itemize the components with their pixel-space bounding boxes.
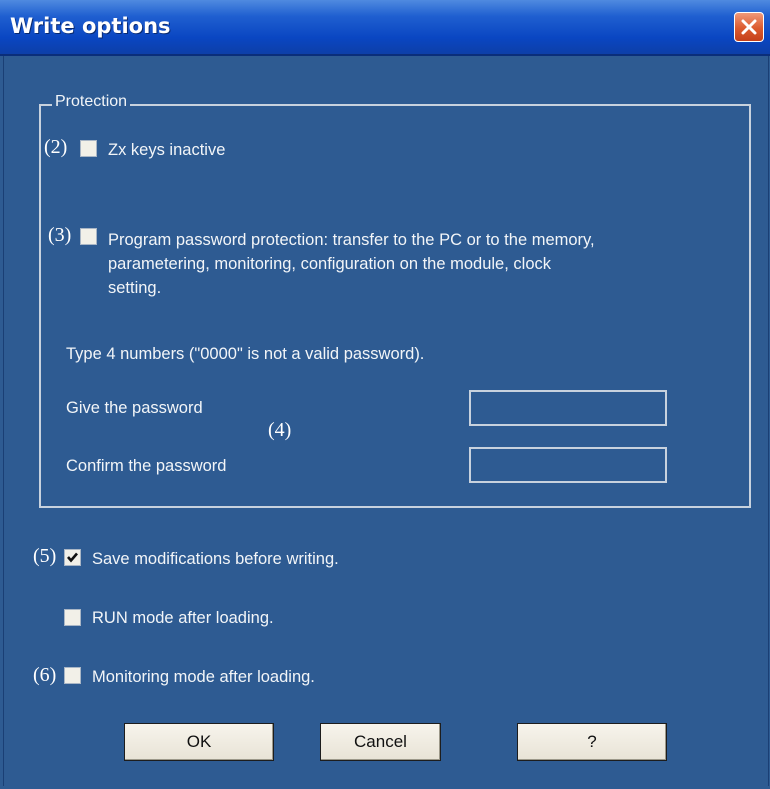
window-title: Write options — [10, 14, 171, 38]
protection-legend: Protection — [52, 93, 131, 111]
monitoring-mode-label: Monitoring mode after loading. — [92, 668, 315, 686]
password-protection-label-line2: parametering, monitoring, configuration … — [108, 255, 551, 273]
run-mode-label: RUN mode after loading. — [92, 609, 274, 627]
password-hint: Type 4 numbers ("0000" is not a valid pa… — [66, 345, 425, 363]
zx-keys-checkbox[interactable] — [80, 140, 97, 157]
annotation-2: (2) — [44, 136, 68, 158]
annotation-3: (3) — [48, 224, 72, 246]
password-protection-label-line3: setting. — [108, 279, 162, 297]
cancel-button[interactable]: Cancel — [320, 723, 441, 761]
help-button[interactable]: ? — [517, 723, 667, 761]
give-password-field[interactable] — [469, 390, 667, 426]
close-icon — [741, 19, 757, 35]
ok-button[interactable]: OK — [124, 723, 274, 761]
checkmark-icon — [67, 552, 78, 563]
password-protection-checkbox[interactable] — [80, 228, 97, 245]
save-modifications-label: Save modifications before writing. — [92, 550, 339, 568]
title-bar[interactable]: Write options — [0, 0, 770, 56]
give-password-label: Give the password — [66, 399, 203, 417]
run-mode-checkbox[interactable] — [64, 609, 81, 626]
confirm-password-field[interactable] — [469, 447, 667, 483]
annotation-5: (5) — [33, 545, 57, 567]
zx-keys-label: Zx keys inactive — [108, 141, 226, 159]
annotation-6: (6) — [33, 664, 57, 686]
annotation-4: (4) — [268, 419, 292, 441]
password-protection-label-line1: Program password protection: transfer to… — [108, 231, 595, 249]
confirm-password-label: Confirm the password — [66, 457, 227, 475]
save-modifications-checkbox[interactable] — [64, 549, 81, 566]
monitoring-mode-checkbox[interactable] — [64, 667, 81, 684]
close-button[interactable] — [734, 12, 764, 42]
